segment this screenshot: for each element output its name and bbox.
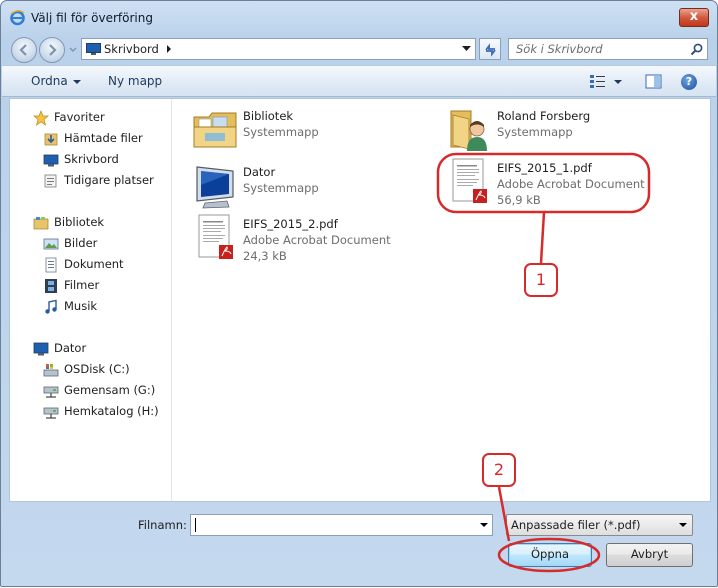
search-placeholder: Sök i Skrivbord xyxy=(516,42,603,56)
nav-libraries-label: Bibliotek xyxy=(54,215,105,229)
desktop-icon xyxy=(43,154,59,167)
star-icon xyxy=(33,110,49,126)
filetype-dropdown-icon xyxy=(679,523,687,527)
file-dialog-window: Välj fil för överföring x Skrivbord Sök … xyxy=(0,0,718,587)
window-title: Välj fil för överföring xyxy=(31,11,153,25)
refresh-icon xyxy=(485,43,496,57)
nav-computer-label: Dator xyxy=(54,341,87,355)
address-bar[interactable]: Skrivbord xyxy=(81,38,476,60)
filename-history-dropdown-icon[interactable] xyxy=(480,523,488,527)
search-box[interactable]: Sök i Skrivbord xyxy=(508,38,708,60)
address-dropdown-icon[interactable] xyxy=(462,46,471,52)
help-icon[interactable]: ? xyxy=(681,74,697,90)
file-name: EIFS_2015_2.pdf xyxy=(243,217,338,231)
search-icon[interactable] xyxy=(690,43,703,56)
download-folder-icon xyxy=(44,133,58,146)
title-bar[interactable]: Välj fil för överföring x xyxy=(1,1,717,33)
view-options-caret-icon[interactable] xyxy=(614,80,622,84)
network-drive-icon xyxy=(43,386,59,398)
file-type: Systemmapp xyxy=(243,125,319,139)
organize-menu-button[interactable]: Ordna xyxy=(31,74,81,88)
change-view-icon[interactable] xyxy=(589,74,606,89)
nav-favorites-label: Favoriter xyxy=(54,110,105,124)
nav-music-label: Musik xyxy=(64,299,98,313)
file-name: EIFS_2015_1.pdf xyxy=(497,161,592,175)
network-drive-icon xyxy=(43,407,59,419)
refresh-button[interactable] xyxy=(479,38,501,60)
file-size: 24,3 kB xyxy=(243,249,287,263)
file-item-eifs-2015-2[interactable]: EIFS_2015_2.pdf Adobe Acrobat Document 2… xyxy=(191,213,431,267)
close-button[interactable]: x xyxy=(679,8,709,27)
annotation-step-1: 1 xyxy=(524,263,558,297)
breadcrumb-desktop[interactable]: Skrivbord xyxy=(104,42,159,56)
desktop-icon xyxy=(86,43,101,55)
filename-input[interactable] xyxy=(190,514,493,536)
back-button[interactable] xyxy=(11,37,37,63)
new-folder-button[interactable]: Ny mapp xyxy=(108,74,162,88)
file-item-user-folder[interactable]: Roland Forsberg Systemmapp xyxy=(445,105,685,159)
library-folder-icon xyxy=(193,112,237,148)
pdf-file-icon xyxy=(198,214,233,259)
file-item-computer[interactable]: Dator Systemmapp xyxy=(191,161,431,215)
nav-videos-label: Filmer xyxy=(64,278,100,292)
organize-label: Ordna xyxy=(31,74,68,88)
film-icon xyxy=(45,279,57,293)
cancel-button[interactable]: Avbryt xyxy=(606,543,693,567)
computer-icon xyxy=(33,342,49,356)
organize-caret-icon xyxy=(72,79,81,84)
file-item-eifs-2015-1[interactable]: EIFS_2015_1.pdf Adobe Acrobat Document 5… xyxy=(445,157,685,211)
breadcrumb-arrow-icon[interactable] xyxy=(166,44,172,54)
filename-label: Filnamn: xyxy=(138,518,187,532)
nav-recent-places-label: Tidigare platser xyxy=(64,173,154,187)
annotation-step-2: 2 xyxy=(482,453,516,487)
preview-pane-icon[interactable] xyxy=(645,74,662,89)
user-folder-icon xyxy=(450,110,487,151)
command-toolbar: Ordna Ny mapp ? xyxy=(2,65,716,97)
nav-downloads-label: Hämtade filer xyxy=(64,131,143,145)
filetype-select[interactable]: Anpassade filer (*.pdf) xyxy=(506,514,693,536)
forward-arrow-icon xyxy=(49,44,57,56)
file-size: 56,9 kB xyxy=(497,193,541,207)
internet-explorer-icon xyxy=(10,10,25,26)
nav-drive-g-label: Gemensam (G:) xyxy=(64,383,156,397)
nav-drive-c-label: OSDisk (C:) xyxy=(64,362,130,376)
library-icon xyxy=(33,217,49,230)
filetype-selected: Anpassade filer (*.pdf) xyxy=(511,518,641,532)
file-list[interactable]: Bibliotek Systemmapp Roland Forsberg Sys… xyxy=(173,99,710,501)
recent-pages-chevron-down-icon[interactable] xyxy=(68,45,78,55)
file-item-libraries[interactable]: Bibliotek Systemmapp xyxy=(191,105,431,159)
pdf-file-icon xyxy=(452,158,487,203)
open-button[interactable]: Öppna xyxy=(508,543,592,567)
system-drive-icon xyxy=(43,364,59,377)
text-caret xyxy=(195,518,196,532)
recent-places-icon xyxy=(44,174,57,188)
file-name: Roland Forsberg xyxy=(497,109,591,123)
music-note-icon xyxy=(45,299,57,314)
nav-drive-h-label: Hemkatalog (H:) xyxy=(64,404,159,418)
file-name: Bibliotek xyxy=(243,109,294,123)
nav-pictures-label: Bilder xyxy=(64,236,98,250)
file-type: Adobe Acrobat Document xyxy=(243,233,391,247)
file-name: Dator xyxy=(243,165,276,179)
computer-icon xyxy=(196,166,234,209)
pictures-icon xyxy=(43,238,59,250)
forward-button[interactable] xyxy=(39,37,65,63)
nav-desktop-label: Skrivbord xyxy=(64,152,119,166)
navigation-pane[interactable]: Favoriter Hämtade filer Skrivbord Tidiga… xyxy=(10,99,172,501)
back-arrow-icon xyxy=(19,44,27,56)
nav-documents-label: Dokument xyxy=(64,257,124,271)
file-type: Systemmapp xyxy=(497,125,573,139)
documents-icon xyxy=(45,257,57,273)
file-type: Adobe Acrobat Document xyxy=(497,177,645,191)
file-type: Systemmapp xyxy=(243,181,319,195)
main-area: Favoriter Hämtade filer Skrivbord Tidiga… xyxy=(9,98,711,502)
